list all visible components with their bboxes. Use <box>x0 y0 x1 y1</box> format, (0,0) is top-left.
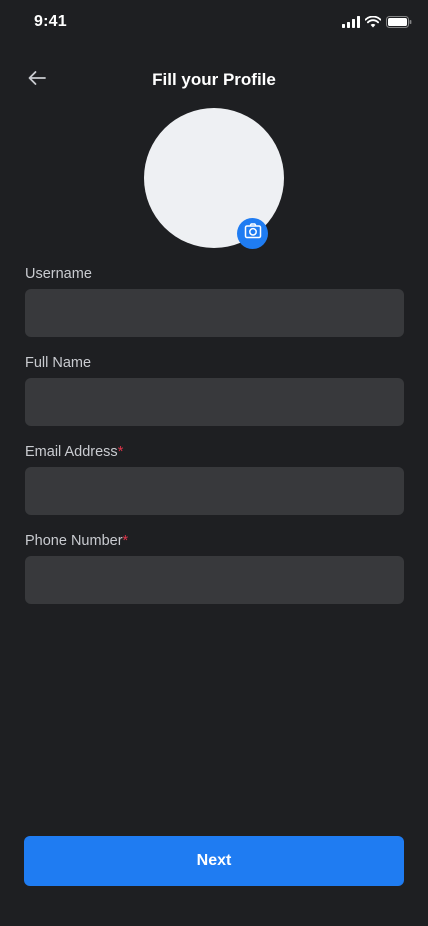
email-input[interactable] <box>25 467 404 515</box>
phone-input[interactable] <box>25 556 404 604</box>
username-input[interactable] <box>25 289 404 337</box>
page-title: Fill your Profile <box>152 70 276 89</box>
status-icons <box>342 15 412 33</box>
wifi-icon <box>364 15 382 33</box>
username-label-text: Username <box>25 266 92 282</box>
camera-icon <box>244 223 262 244</box>
status-bar: 9:41 <box>0 0 428 44</box>
username-label: Username <box>25 266 92 282</box>
cellular-signal-icon <box>342 15 360 33</box>
header: Fill your Profile <box>0 60 428 100</box>
battery-icon <box>386 15 412 33</box>
phone-label: Phone Number* <box>25 533 128 549</box>
status-time: 9:41 <box>34 13 67 30</box>
required-asterisk: * <box>122 533 129 549</box>
phone-label-text: Phone Number <box>25 533 123 549</box>
change-photo-button[interactable] <box>237 218 268 249</box>
full-name-input[interactable] <box>25 378 404 426</box>
full-name-label-text: Full Name <box>25 355 92 371</box>
email-label-text: Email Address <box>25 444 118 460</box>
email-label: Email Address* <box>25 444 123 460</box>
next-button[interactable]: Next <box>24 836 404 886</box>
full-name-label: Full Name <box>25 355 91 371</box>
required-asterisk: * <box>117 444 124 460</box>
